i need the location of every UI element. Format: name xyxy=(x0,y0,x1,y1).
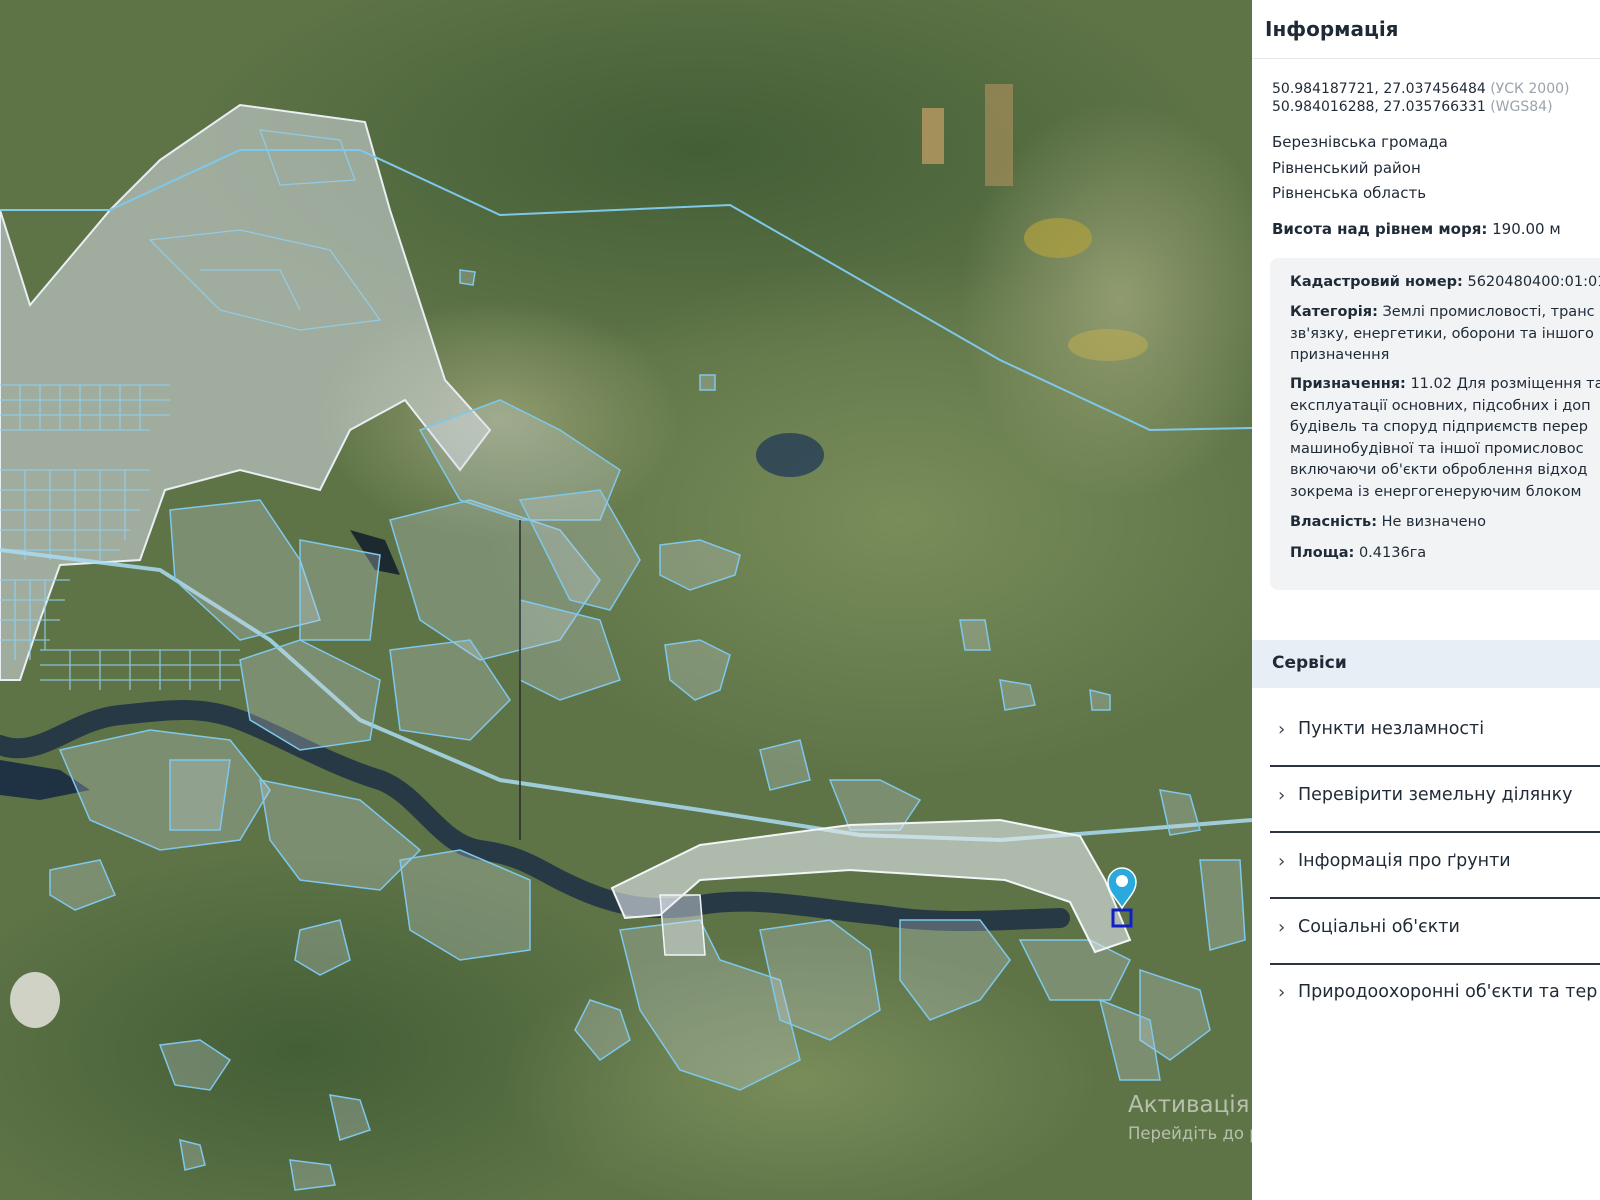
service-item-resilience-points[interactable]: › Пункти незламності xyxy=(1270,699,1600,767)
yellow-field xyxy=(1068,329,1148,361)
chevron-right-icon: › xyxy=(1278,982,1286,1003)
category-line: Землі промисловості, транс xyxy=(1382,304,1595,320)
altitude-label: Висота над рівнем моря: xyxy=(1272,220,1488,238)
address-community: Березнівська громада xyxy=(1272,133,1448,151)
service-label: Соціальні об'єкти xyxy=(1298,917,1460,937)
service-label: Пункти незламності xyxy=(1298,719,1485,739)
category-line: зв'язку, енергетики, оборони та іншого xyxy=(1290,325,1594,342)
purpose-line: будівель та споруд підприємств перер xyxy=(1290,419,1588,435)
coord-value: 50.984187721, 27.037456484 xyxy=(1272,81,1486,97)
cadastral-number-row[interactable]: Кадастровий номер: 5620480400:01:012 xyxy=(1290,272,1600,294)
parcel-outline xyxy=(659,894,706,956)
address-district: Рівненський район xyxy=(1272,159,1421,177)
ownership-label: Власність: xyxy=(1290,514,1378,530)
service-item-check-parcel[interactable]: › Перевірити земельну ділянку xyxy=(1270,765,1600,833)
clearing xyxy=(922,108,944,164)
ownership-value: Не визначено xyxy=(1381,514,1486,530)
cadastral-label: Кадастровий номер: xyxy=(1290,274,1463,290)
coordinates-wgs84: 50.984016288, 27.035766331 (WGS84) xyxy=(1272,98,1569,116)
service-label: Інформація про ґрунти xyxy=(1298,851,1511,871)
service-label: Перевірити земельну ділянку xyxy=(1298,785,1573,805)
service-item-nature-protection[interactable]: › Природоохоронні об'єкти та тер xyxy=(1270,962,1600,1028)
area-label: Площа: xyxy=(1290,545,1355,561)
chevron-right-icon: › xyxy=(1278,917,1286,938)
chevron-right-icon: › xyxy=(1278,785,1286,806)
chevron-right-icon: › xyxy=(1278,719,1286,740)
category-line: призначення xyxy=(1290,347,1390,363)
pond xyxy=(756,433,824,477)
satellite-map[interactable] xyxy=(0,0,1252,1200)
purpose-line: зокрема із енергогенеруючим блоком xyxy=(1290,483,1582,500)
info-panel: Інформація 50.984187721, 27.037456484 (У… xyxy=(1252,0,1600,1200)
purpose-row: Призначення: 11.02 Для розміщення та екс… xyxy=(1290,374,1600,503)
clearing xyxy=(985,84,1013,186)
purpose-line: 11.02 Для розміщення та xyxy=(1410,376,1600,392)
area-value: 0.4136га xyxy=(1358,545,1427,561)
category-row: Категорія: Землі промисловості, транс зв… xyxy=(1290,302,1600,367)
service-label: Природоохоронні об'єкти та тер xyxy=(1298,982,1598,1002)
services-title: Сервіси xyxy=(1272,653,1347,673)
service-item-social-objects[interactable]: › Соціальні об'єкти xyxy=(1270,897,1600,965)
area-row: Площа: 0.4136га xyxy=(1290,543,1600,565)
purpose-line: експлуатації основних, підсобних і доп xyxy=(1290,397,1591,414)
service-item-soil-info[interactable]: › Інформація про ґрунти xyxy=(1270,831,1600,899)
coord-system: (WGS84) xyxy=(1490,99,1553,115)
altitude-row: Висота над рівнем моря: 190.00 м xyxy=(1272,220,1561,238)
purpose-label: Призначення: xyxy=(1290,376,1406,392)
services-header: Сервіси xyxy=(1252,640,1600,688)
coord-value: 50.984016288, 27.035766331 xyxy=(1272,99,1486,115)
chevron-right-icon: › xyxy=(1278,851,1286,872)
sand-patch xyxy=(10,972,60,1028)
coordinates-usk2000: 50.984187721, 27.037456484 (УСК 2000) xyxy=(1272,80,1569,98)
panel-title: Інформація xyxy=(1265,17,1399,41)
map-canvas[interactable] xyxy=(0,0,1252,1200)
title-divider xyxy=(1252,58,1600,59)
ownership-row: Власність: Не визначено xyxy=(1290,512,1600,534)
coordinates-block[interactable]: 50.984187721, 27.037456484 (УСК 2000) 50… xyxy=(1272,80,1569,116)
altitude-value: 190.00 м xyxy=(1492,220,1561,238)
category-label: Категорія: xyxy=(1290,304,1378,320)
yellow-field xyxy=(1024,218,1092,258)
address-region: Рівненська область xyxy=(1272,184,1427,202)
purpose-line: включаючи об'єкти оброблення відход xyxy=(1290,462,1588,478)
parcel-info-card: Кадастровий номер: 5620480400:01:012 Кат… xyxy=(1270,258,1600,590)
coord-system: (УСК 2000) xyxy=(1490,81,1570,97)
cadastral-value: 5620480400:01:012 xyxy=(1467,274,1600,290)
purpose-line: машинобудівної та іншої промисловос xyxy=(1290,440,1584,457)
